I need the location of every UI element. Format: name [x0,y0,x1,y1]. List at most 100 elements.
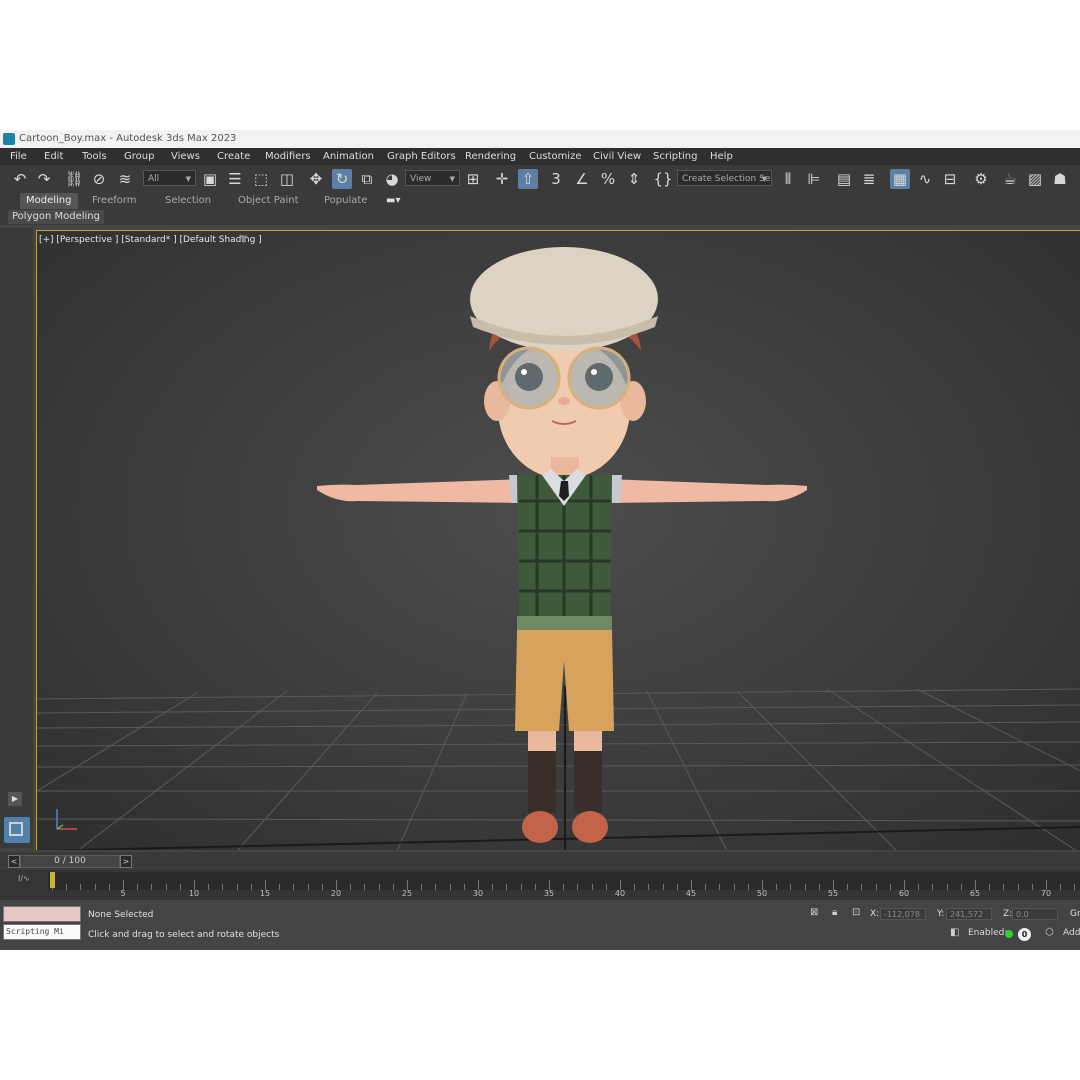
time-slider-bar: < 0 / 100 > [0,852,1080,870]
select-manipulate-icon[interactable]: ✛ [492,169,512,189]
time-cursor[interactable] [50,872,55,888]
angle-snap-icon[interactable]: ∠ [572,169,592,189]
menu-bar: File Edit Tools Group Views Create Modif… [0,148,1080,165]
ref-coord-dropdown[interactable]: View ▼ [405,170,460,186]
time-slider[interactable]: 0 / 100 [20,855,120,868]
frame-tick [733,884,735,890]
render-icon[interactable]: ☗ [1050,169,1070,189]
y-coordinate-field[interactable]: 241,572 [946,908,992,920]
x-coordinate-field[interactable]: -112,078 [880,908,926,920]
frame-tick [80,884,82,890]
menu-civil-view[interactable]: Civil View [593,148,641,165]
tab-object-paint[interactable]: Object Paint [238,193,299,209]
frame-tick [790,884,792,890]
track-area[interactable] [48,872,1080,890]
chevron-down-icon: ▼ [185,175,191,183]
menu-help[interactable]: Help [710,148,733,165]
expand-arrow-icon[interactable]: ▶ [8,792,22,806]
next-frame-button[interactable]: > [120,855,132,868]
frame-tick [719,884,721,890]
menu-tools[interactable]: Tools [82,148,107,165]
key-filter-icon[interactable]: I/∿ [18,874,30,883]
percent-snap-icon[interactable]: % [598,169,618,189]
scale-icon[interactable]: ⧉ [357,169,377,189]
tab-modeling[interactable]: Modeling [20,193,78,209]
placement-icon[interactable]: ◕ [382,169,402,189]
selection-filter-dropdown[interactable]: All ▼ [143,170,196,186]
frame-label: 55 [827,889,839,898]
frame-tick [435,884,437,890]
z-coordinate-field[interactable]: 0,0 [1012,908,1058,920]
menu-customize[interactable]: Customize [529,148,582,165]
isolate-icon[interactable]: ⊠ [810,907,818,918]
move-icon[interactable]: ✥ [306,169,326,189]
time-tag-icon[interactable]: ⬡ [1045,927,1054,938]
edit-named-sets-icon[interactable]: {} [653,169,673,189]
frame-label: 65 [969,889,981,898]
select-object-icon[interactable]: ▣ [200,169,220,189]
unlink-icon[interactable]: ⊘ [89,169,109,189]
frame-tick [932,884,934,890]
select-by-name-icon[interactable]: ☰ [225,169,245,189]
layer-explorer-icon[interactable]: ≣ [859,169,879,189]
prev-frame-button[interactable]: < [8,855,20,868]
render-setup-icon[interactable]: ☕ [1000,169,1020,189]
tab-selection[interactable]: Selection [165,193,211,209]
polygon-modeling-panel[interactable]: Polygon Modeling [8,210,104,224]
menu-animation[interactable]: Animation [323,148,374,165]
rect-region-icon[interactable]: ⬚ [251,169,271,189]
redo-icon[interactable]: ↷ [34,169,54,189]
window-crossing-icon[interactable]: ◫ [277,169,297,189]
add-time-tag-button[interactable]: Add [1063,928,1080,938]
window-title: Cartoon_Boy.max - Autodesk 3ds Max 2023 [19,133,237,144]
menu-rendering[interactable]: Rendering [465,148,516,165]
adaptive-degradation-icon[interactable]: ◧ [950,927,959,938]
named-selection-dropdown[interactable]: Create Selection Se ▼ [677,170,772,186]
menu-views[interactable]: Views [171,148,200,165]
status-dot [1005,930,1013,938]
rotate-icon[interactable]: ↻ [332,169,352,189]
menu-edit[interactable]: Edit [44,148,63,165]
frame-tick [449,884,451,890]
mirror-icon[interactable]: ⫴ [778,169,798,189]
menu-file[interactable]: File [10,148,27,165]
viewport-layout-icon [9,822,23,836]
link-icon[interactable]: ⛓ [64,169,84,189]
absolute-mode-icon[interactable]: ⊡ [852,907,860,918]
curve-editor-icon[interactable]: ∿ [915,169,935,189]
scene-explorer-icon[interactable]: ▤ [834,169,854,189]
menu-graph-editors[interactable]: Graph Editors [387,148,456,165]
keyboard-shortcut-icon[interactable]: ⇧ [518,169,538,189]
enabled-count-badge[interactable]: 0 [1018,928,1031,941]
menu-scripting[interactable]: Scripting [653,148,697,165]
use-pivot-icon[interactable]: ⊞ [463,169,483,189]
lock-icon[interactable]: 🔒︎ [832,907,837,918]
material-editor-icon[interactable]: ⚙ [971,169,991,189]
maxscript-listener: Scripting Mi [3,906,81,940]
menu-modifiers[interactable]: Modifiers [265,148,311,165]
bind-space-warp-icon[interactable]: ≋ [115,169,135,189]
tab-freeform[interactable]: Freeform [92,193,137,209]
frame-tick [861,884,863,890]
spinner-snap-icon[interactable]: ⇕ [624,169,644,189]
render-frame-icon[interactable]: ▨ [1025,169,1045,189]
frame-tick [591,884,593,890]
tab-populate[interactable]: Populate [324,193,367,209]
ribbon-options-icon[interactable]: ▬▾ [386,193,400,209]
viewport-label[interactable]: [+] [Perspective ] [Standard* ] [Default… [39,235,262,245]
viewport-layout-button[interactable] [4,817,30,843]
undo-icon[interactable]: ↶ [10,169,30,189]
filter-icon[interactable]: ▼ [240,234,248,245]
frame-tick [875,884,877,890]
schematic-view-icon[interactable]: ⊟ [940,169,960,189]
menu-group[interactable]: Group [124,148,154,165]
frame-tick [165,884,167,890]
snap-3d-icon[interactable]: 3 [546,169,566,189]
maxscript-input-field[interactable]: Scripting Mi [3,924,81,940]
frame-label: 60 [898,889,910,898]
menu-create[interactable]: Create [217,148,250,165]
ribbon-toggle-icon[interactable]: ▦ [890,169,910,189]
maxscript-output-field[interactable] [3,906,81,922]
align-icon[interactable]: ⊫ [804,169,824,189]
perspective-viewport[interactable]: [+] [Perspective ] [Standard* ] [Default… [36,230,1080,850]
